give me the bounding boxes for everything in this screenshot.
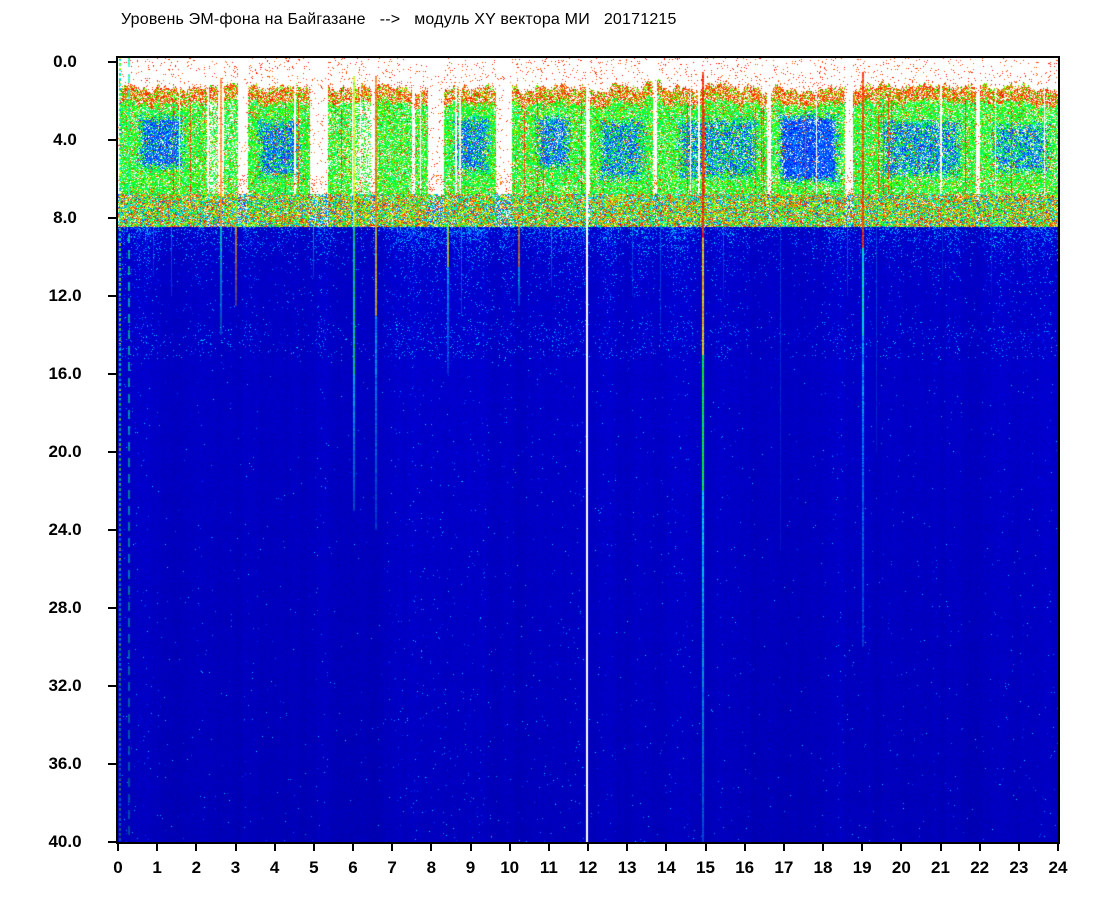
x-tick-mark (587, 842, 589, 851)
x-tick-label: 6 (348, 858, 358, 877)
x-tick-mark (195, 842, 198, 851)
x-tick-mark (312, 842, 315, 851)
x-tick-label: 11 (539, 858, 558, 877)
x-tick-mark (900, 842, 903, 851)
x-tick-label: 18 (813, 858, 833, 877)
x-tick-mark (391, 842, 394, 851)
x-tick-mark (352, 842, 354, 851)
x-tick-mark (939, 842, 942, 851)
x-tick-label: 23 (1009, 858, 1029, 877)
y-tick-label: 40.0 (48, 832, 82, 851)
x-tick-mark (978, 842, 981, 851)
y-tick-mark (108, 607, 118, 609)
x-tick-mark (704, 842, 707, 851)
y-tick-mark (108, 139, 118, 141)
x-tick-mark (782, 842, 785, 851)
y-tick-label: 32.0 (48, 676, 82, 695)
y-tick-label: 0.0 (53, 52, 77, 71)
x-tick-mark (508, 842, 511, 851)
chart-title: Уровень ЭМ-фона на Байгазане --> модуль … (121, 11, 677, 28)
x-tick-label: 22 (970, 858, 990, 877)
y-tick-label: 16.0 (48, 364, 82, 383)
x-tick-label: 7 (387, 858, 397, 877)
x-tick-label: 19 (852, 858, 872, 877)
x-tick-label: 9 (465, 858, 476, 877)
x-tick-label: 21 (931, 858, 950, 877)
x-tick-label: 5 (309, 858, 319, 877)
x-tick-label: 3 (230, 858, 241, 877)
x-tick-mark (822, 842, 824, 851)
y-tick-label: 36.0 (48, 754, 82, 773)
x-tick-mark (547, 842, 550, 851)
y-tick-label: 4.0 (53, 130, 77, 149)
y-tick-mark (108, 373, 118, 375)
x-tick-mark (273, 842, 276, 851)
x-tick-mark (743, 842, 746, 851)
x-tick-mark (156, 842, 159, 851)
y-tick-mark (108, 61, 118, 63)
y-tick-mark (108, 685, 118, 687)
x-tick-mark (430, 842, 433, 851)
y-tick-mark (108, 451, 118, 453)
x-tick-label: 20 (891, 858, 911, 877)
x-tick-mark (1017, 842, 1020, 851)
y-tick-mark (108, 529, 118, 531)
x-tick-mark (861, 842, 864, 851)
y-tick-label: 20.0 (48, 442, 82, 461)
x-tick-label: 0 (113, 858, 123, 877)
x-tick-mark (1057, 842, 1059, 851)
y-tick-label: 8.0 (53, 208, 77, 227)
x-tick-label: 2 (191, 858, 202, 877)
spectrogram-page: Уровень ЭМ-фона на Байгазане --> модуль … (0, 0, 1096, 900)
x-tick-label: 4 (269, 858, 280, 877)
x-tick-mark (117, 842, 119, 851)
y-tick-mark (108, 217, 118, 219)
spectrogram-canvas (118, 58, 1058, 842)
x-tick-label: 12 (578, 858, 598, 877)
y-tick-label: 28.0 (48, 598, 82, 617)
y-tick-mark (108, 763, 118, 765)
x-tick-mark (469, 842, 472, 851)
x-tick-mark (626, 842, 629, 851)
y-tick-label: 24.0 (48, 520, 82, 539)
x-tick-mark (234, 842, 237, 851)
x-tick-label: 17 (774, 858, 794, 877)
x-tick-label: 1 (152, 858, 162, 877)
x-tick-label: 13 (617, 858, 637, 877)
x-tick-label: 16 (735, 858, 755, 877)
x-tick-label: 24 (1048, 858, 1068, 877)
x-tick-label: 8 (426, 858, 437, 877)
x-tick-label: 10 (500, 858, 520, 877)
y-tick-mark (108, 295, 118, 297)
y-tick-label: 12.0 (48, 286, 82, 305)
x-tick-label: 15 (696, 858, 715, 877)
x-tick-label: 14 (656, 858, 676, 877)
x-tick-mark (665, 842, 668, 851)
